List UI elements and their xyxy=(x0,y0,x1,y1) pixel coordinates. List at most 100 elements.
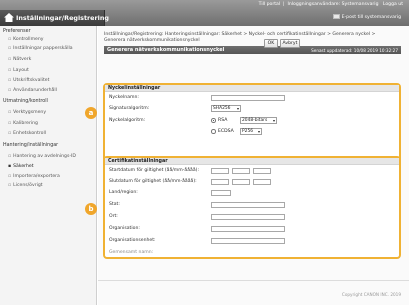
key-name-label: Nyckelnamn: xyxy=(109,95,139,100)
mail-icon xyxy=(332,14,340,19)
ecdsa-curve-value: P256 xyxy=(242,129,254,134)
app-title: Inställningar/Registrering xyxy=(16,14,109,22)
callout-badge-a: a xyxy=(85,107,97,119)
rsa-bits-value: 2048-bitars xyxy=(242,118,268,123)
bullet-icon: ▫ xyxy=(8,78,12,83)
city-input[interactable] xyxy=(211,214,285,220)
start-day-input[interactable] xyxy=(253,168,271,174)
sidebar-item-label: Säkerhet xyxy=(13,164,34,169)
sidebar-item-label: Importera/exportera xyxy=(13,174,60,179)
sidebar-item-label: Nätverk xyxy=(13,57,32,62)
end-year-input[interactable] xyxy=(211,179,229,185)
key-settings-title: Nyckelinställningar xyxy=(105,85,399,92)
breadcrumb: Inställningar/Registrering: Hanteringsin… xyxy=(104,32,404,44)
sidebar-item-license[interactable]: ▫ Licens/övrigt xyxy=(8,183,43,188)
country-label: Land/region: xyxy=(109,190,138,195)
sidebar-item-network[interactable]: ▫ Nätverk xyxy=(8,57,31,62)
bullet-icon: ▫ xyxy=(8,88,12,93)
ok-button[interactable]: OK xyxy=(264,39,278,48)
mail-admin-link[interactable]: E-post till systemansvarig xyxy=(332,14,401,20)
sidebar-item-layout[interactable]: ▫ Layout xyxy=(8,68,29,73)
sidebar-item-label: Användarunderhåll xyxy=(13,88,57,93)
ecdsa-curve-select[interactable]: P256 ▾ xyxy=(240,128,262,135)
sidebar: Preferenser ▫ Kontrollmeny ▫ Inställningar… xyxy=(0,26,97,305)
chevron-down-icon: ▾ xyxy=(257,129,260,134)
callout-badge-b: b xyxy=(85,203,97,215)
common-name-label: Gemensamt namn: xyxy=(109,250,154,255)
bullet-icon: ▪ xyxy=(8,164,12,169)
organization-unit-label: Organisationsenhet: xyxy=(109,238,156,243)
rsa-radio[interactable] xyxy=(211,118,216,123)
country-input[interactable] xyxy=(211,190,231,196)
sidebar-item-device-control[interactable]: ▫ Enhetskontroll xyxy=(8,131,46,136)
bullet-icon: ▫ xyxy=(8,57,12,62)
rsa-bits-select[interactable]: 2048-bitars ▾ xyxy=(240,117,277,124)
rsa-label: RSA xyxy=(218,118,228,123)
organization-unit-input[interactable] xyxy=(211,238,285,244)
top-bar: Till portal | Inloggningsanvändare: Syst… xyxy=(0,0,409,26)
sidebar-item-calibration[interactable]: ▫ Kalibrering xyxy=(8,121,38,126)
start-year-input[interactable] xyxy=(211,168,229,174)
sidebar-item-label: Verktygsmeny xyxy=(13,110,47,115)
sidebar-item-user-maintenance[interactable]: ▫ Användarunderhåll xyxy=(8,88,57,93)
certificate-settings-title: Certifikatinställningar xyxy=(105,158,399,165)
certificate-settings-section: Certifikatinställningar Startdatum för g… xyxy=(103,156,401,259)
home-icon[interactable] xyxy=(4,13,14,22)
sidebar-item-label: Kontrollmeny xyxy=(13,37,44,42)
organization-label: Organisation: xyxy=(109,226,140,231)
sidebar-item-label: Enhetskontroll xyxy=(13,131,47,136)
sidebar-group-preferences: Preferenser xyxy=(3,29,31,34)
chevron-down-icon: ▾ xyxy=(236,106,239,111)
sidebar-item-paper-source[interactable]: ▫ Inställningar papperskälla xyxy=(8,46,73,51)
bullet-icon: ▫ xyxy=(8,131,12,136)
mail-link-text: E-post till systemansvarig xyxy=(341,15,401,20)
sidebar-item-import-export[interactable]: ▫ Importera/exportera xyxy=(8,174,60,179)
sidebar-item-print-quality[interactable]: ▫ Utskriftskvalitet xyxy=(8,78,49,83)
start-month-input[interactable] xyxy=(232,168,250,174)
breadcrumb-line-2: Generera nätverkskommunikationsnyckel xyxy=(104,38,200,43)
page-header: Generera nätverkskommunikationsnyckel Se… xyxy=(104,46,401,54)
sidebar-item-label: Licens/övrigt xyxy=(13,183,43,188)
sidebar-item-tools[interactable]: ▫ Verktygsmeny xyxy=(8,110,46,115)
logout-link[interactable]: Logga ut xyxy=(383,2,403,7)
portal-link[interactable]: Till portal xyxy=(259,2,280,7)
ecdsa-radio[interactable] xyxy=(211,129,216,134)
city-label: Ort: xyxy=(109,214,118,219)
copyright: Copyright CANON INC. 2019 xyxy=(341,292,401,297)
sidebar-item-label: Utskriftskvalitet xyxy=(13,78,50,83)
footer-divider xyxy=(98,280,409,281)
sidebar-item-security[interactable]: ▪ Säkerhet xyxy=(8,164,34,169)
sidebar-group-management: Hantering/inställningar xyxy=(3,143,59,148)
bullet-icon: ▫ xyxy=(8,174,12,179)
bullet-icon: ▫ xyxy=(8,183,12,188)
sidebar-item-dept-id[interactable]: ▫ Hantering av avdelnings-ID xyxy=(8,154,76,159)
signature-algorithm-label: Signaturalgoritm: xyxy=(109,106,150,111)
ecdsa-label: ECDSA xyxy=(218,129,234,134)
sidebar-group-output: Utmatning/kontroll xyxy=(3,99,48,104)
key-name-input[interactable] xyxy=(211,95,285,101)
page-title: Generera nätverkskommunikationsnyckel xyxy=(107,47,225,53)
end-date-label: Slutdatum för giltighet (åå/mm-åååå): xyxy=(109,179,197,184)
state-label: Stat: xyxy=(109,202,120,207)
signature-algorithm-value: SHA256 xyxy=(213,106,231,111)
sidebar-item-label: Kalibrering xyxy=(13,121,38,126)
organization-input[interactable] xyxy=(211,226,285,232)
start-date-label: Startdatum för giltighet (åå/mm-åååå): xyxy=(109,168,200,173)
end-month-input[interactable] xyxy=(232,179,250,185)
app-title-bar: Inställningar/Registrering xyxy=(0,10,109,26)
sidebar-item-control-menu[interactable]: ▫ Kontrollmeny xyxy=(8,37,44,42)
cancel-button[interactable]: Avbryt xyxy=(280,39,300,48)
bullet-icon: ▫ xyxy=(8,110,12,115)
user-line: Till portal | Inloggningsanvändare: Syst… xyxy=(258,2,403,7)
bullet-icon: ▫ xyxy=(8,121,12,126)
sidebar-item-label: Inställningar papperskälla xyxy=(13,46,73,51)
end-day-input[interactable] xyxy=(253,179,271,185)
chevron-down-icon: ▾ xyxy=(272,118,275,123)
sidebar-item-label: Hantering av avdelnings-ID xyxy=(13,154,76,159)
bullet-icon: ▫ xyxy=(8,46,12,51)
bullet-icon: ▫ xyxy=(8,154,12,159)
signature-algorithm-select[interactable]: SHA256 ▾ xyxy=(211,105,241,112)
bullet-icon: ▫ xyxy=(8,37,12,42)
key-algorithm-label: Nyckelalgoritm: xyxy=(109,118,146,123)
state-input[interactable] xyxy=(211,202,285,208)
